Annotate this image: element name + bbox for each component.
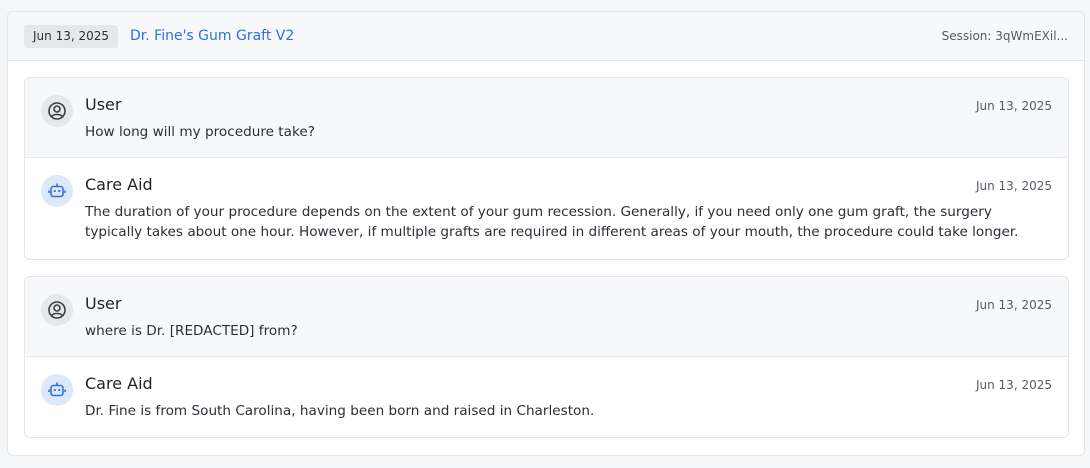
conversation-block: User Jun 13, 2025 where is Dr. [REDACTED… <box>24 276 1069 438</box>
flow-title-link[interactable]: Dr. Fine's Gum Graft V2 <box>130 28 294 44</box>
user-circle-icon <box>41 294 73 326</box>
message-row-user: User Jun 13, 2025 where is Dr. [REDACTED… <box>25 277 1068 357</box>
sender-name: User <box>85 294 122 313</box>
message-text: Dr. Fine is from South Carolina, having … <box>85 403 595 419</box>
message-timestamp: Jun 13, 2025 <box>975 99 1052 113</box>
message-timestamp: Jun 13, 2025 <box>975 179 1052 193</box>
session-id: Session: 3qWmEXil... <box>941 29 1068 43</box>
user-circle-icon <box>41 95 73 127</box>
sender-name: Care Aid <box>85 175 153 194</box>
date-badge: Jun 13, 2025 <box>24 24 119 48</box>
sender-name: User <box>85 95 122 114</box>
message-row-bot: Care Aid Jun 13, 2025 Dr. Fine is from S… <box>25 357 1068 437</box>
transcript-card: Jun 13, 2025 Dr. Fine's Gum Graft V2 Ses… <box>7 11 1085 456</box>
conversation-block: User Jun 13, 2025 How long will my proce… <box>24 77 1069 260</box>
message-row-user: User Jun 13, 2025 How long will my proce… <box>25 78 1068 158</box>
message-text: The duration of your procedure depends o… <box>85 204 1019 240</box>
message-row-bot: Care Aid Jun 13, 2025 The duration of yo… <box>25 158 1068 259</box>
message-text: where is Dr. [REDACTED] from? <box>85 323 298 339</box>
transcript-header: Jun 13, 2025 Dr. Fine's Gum Graft V2 Ses… <box>8 12 1084 61</box>
robot-icon <box>41 175 73 207</box>
message-timestamp: Jun 13, 2025 <box>975 298 1052 312</box>
message-text: How long will my procedure take? <box>85 124 315 140</box>
robot-icon <box>41 374 73 406</box>
sender-name: Care Aid <box>85 374 153 393</box>
message-timestamp: Jun 13, 2025 <box>975 378 1052 392</box>
